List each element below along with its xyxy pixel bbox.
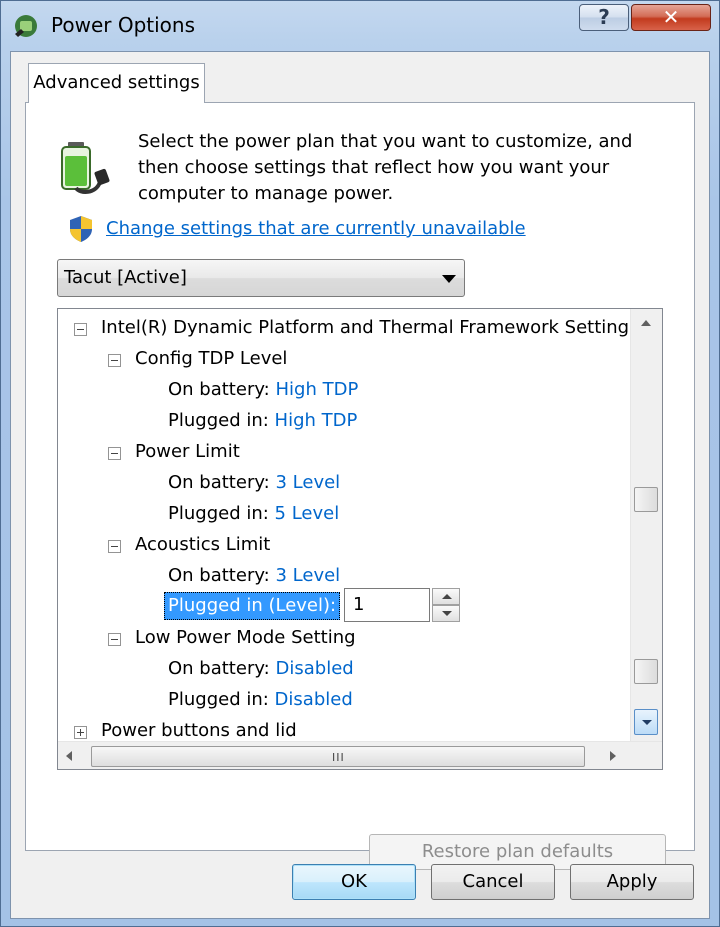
chevron-down-icon	[442, 275, 456, 283]
scroll-down-icon[interactable]	[634, 709, 658, 735]
scroll-right-icon[interactable]	[610, 751, 616, 761]
setting-value[interactable]: 5 Level	[275, 503, 340, 524]
scroll-thumb[interactable]	[634, 487, 658, 512]
power-plan-select[interactable]: Tacut [Active]	[57, 259, 465, 297]
setting-value[interactable]: Disabled	[276, 658, 354, 679]
horizontal-scroll-thumb[interactable]: III	[91, 746, 585, 767]
settings-tree: Intel(R) Dynamic Platform and Thermal Fr…	[57, 308, 663, 770]
advanced-settings-panel: Select the power plan that you want to c…	[25, 102, 695, 870]
setting-value[interactable]: Disabled	[275, 689, 353, 710]
apply-button[interactable]: Apply	[570, 864, 694, 900]
plan-description: Select the power plan that you want to c…	[138, 131, 633, 204]
power-options-icon	[15, 15, 37, 37]
setting-value[interactable]: 3 Level	[276, 472, 341, 493]
spin-down-icon[interactable]	[432, 605, 460, 622]
grip-icon: III	[332, 751, 345, 764]
scroll-up-icon[interactable]	[631, 309, 662, 339]
tree-item-config-tdp-plugged[interactable]: Plugged in: High TDP	[168, 406, 357, 436]
selected-setting-label: Plugged in (Level):	[164, 592, 341, 620]
cancel-button[interactable]: Cancel	[431, 864, 555, 900]
scroll-thumb-secondary[interactable]	[634, 659, 658, 684]
ok-button[interactable]: OK	[292, 864, 416, 900]
vertical-scrollbar[interactable]	[630, 309, 662, 741]
tree-item-low-power-battery[interactable]: On battery: Disabled	[168, 654, 354, 684]
dialog-content: Advanced settings Select the power plan …	[10, 51, 710, 919]
settings-tree-viewport: Intel(R) Dynamic Platform and Thermal Fr…	[58, 309, 630, 741]
setting-value[interactable]: 3 Level	[276, 565, 341, 586]
collapse-icon[interactable]	[108, 354, 121, 367]
collapse-icon[interactable]	[74, 323, 87, 336]
tab-advanced-settings[interactable]: Advanced settings	[28, 63, 205, 103]
tree-item-low-power-plugged[interactable]: Plugged in: Disabled	[168, 685, 353, 715]
window-title: Power Options	[51, 13, 195, 37]
collapse-icon[interactable]	[108, 540, 121, 553]
tree-item-config-tdp-battery[interactable]: On battery: High TDP	[168, 375, 358, 405]
tree-item-power-limit-battery[interactable]: On battery: 3 Level	[168, 468, 340, 498]
collapse-icon[interactable]	[108, 447, 121, 460]
tree-item-power-limit-plugged[interactable]: Plugged in: 5 Level	[168, 499, 339, 529]
spin-up-icon[interactable]	[432, 588, 460, 605]
expand-icon[interactable]	[74, 726, 87, 739]
collapse-icon[interactable]	[108, 633, 121, 646]
setting-value[interactable]: High TDP	[276, 379, 359, 400]
power-plan-value: Tacut [Active]	[64, 267, 187, 288]
tree-item-acoustics-plugged[interactable]: Plugged in (Level):	[164, 591, 341, 621]
scroll-left-icon[interactable]	[66, 751, 72, 761]
power-options-window: Power Options ? ✕ Advanced settings Sele…	[0, 0, 720, 927]
battery-plug-icon	[61, 142, 110, 194]
help-button[interactable]: ?	[579, 4, 629, 31]
horizontal-scrollbar[interactable]: III	[58, 741, 662, 769]
acoustics-level-input[interactable]: 1	[344, 588, 430, 622]
title-bar: Power Options ? ✕	[1, 1, 719, 51]
uac-shield-icon	[70, 216, 92, 242]
setting-value[interactable]: High TDP	[275, 410, 358, 431]
acoustics-level-spinner[interactable]	[432, 588, 460, 622]
close-button[interactable]: ✕	[631, 4, 711, 31]
tree-item-acoustics-battery[interactable]: On battery: 3 Level	[168, 561, 340, 591]
change-unavailable-settings-link[interactable]: Change settings that are currently unava…	[106, 218, 526, 239]
